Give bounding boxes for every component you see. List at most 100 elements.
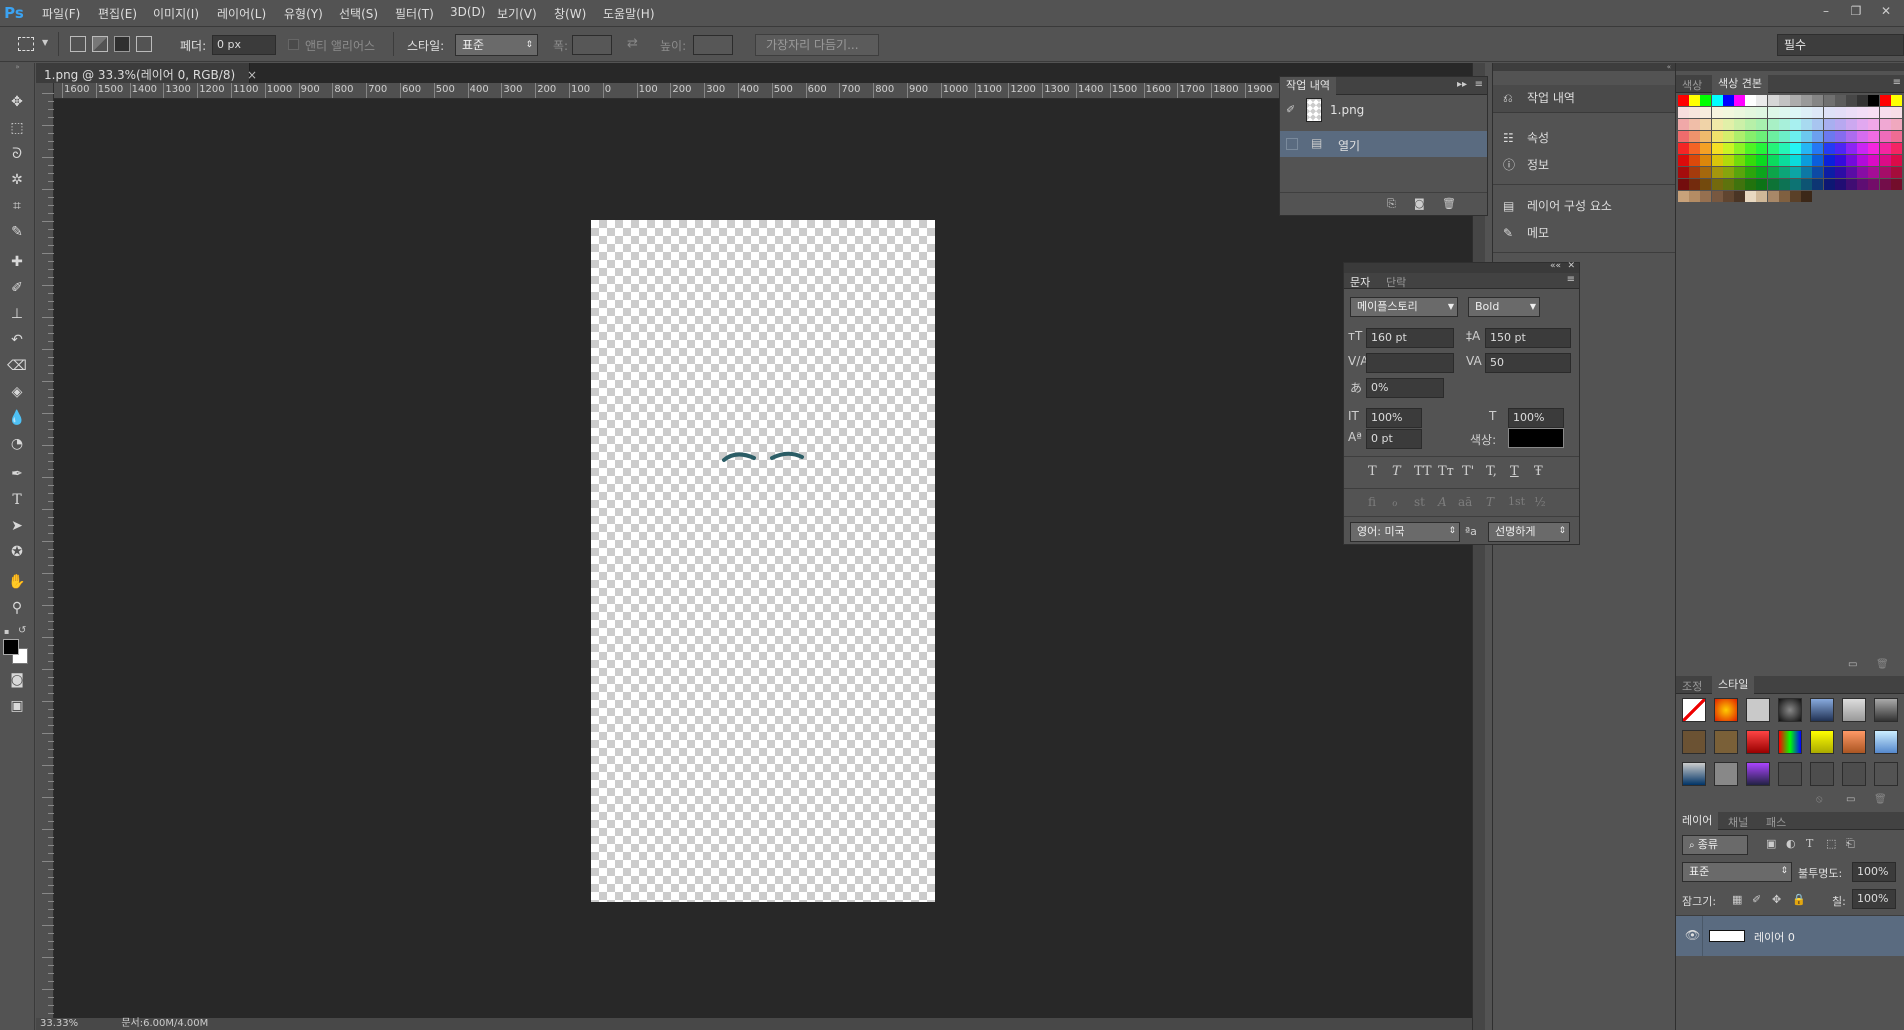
color-swatch[interactable] <box>1812 143 1824 154</box>
faux-bold-button[interactable]: T <box>1368 464 1377 479</box>
kerning-input[interactable] <box>1366 353 1454 373</box>
color-swatch[interactable] <box>1711 131 1723 142</box>
marquee-preset-icon[interactable] <box>18 37 34 51</box>
color-swatch[interactable] <box>1823 179 1835 190</box>
color-swatch[interactable] <box>1879 119 1891 130</box>
color-swatch[interactable] <box>1767 119 1779 130</box>
color-swatch[interactable] <box>1756 143 1768 154</box>
color-swatch[interactable] <box>1812 119 1824 130</box>
character-panel-titlebar[interactable]: «« ✕ <box>1344 261 1579 273</box>
color-swatch[interactable] <box>1868 107 1880 118</box>
color-swatch[interactable] <box>1756 191 1768 202</box>
contextual-alternates-button[interactable]: ℴ <box>1392 495 1398 509</box>
color-swatch[interactable] <box>1767 107 1779 118</box>
color-swatch[interactable] <box>1890 167 1902 178</box>
swash-button[interactable]: A <box>1438 495 1447 509</box>
type-tool-icon[interactable]: T <box>5 489 29 511</box>
color-swatch[interactable] <box>1801 95 1813 106</box>
color-swatch[interactable] <box>1678 167 1689 178</box>
color-swatch[interactable] <box>1846 167 1857 178</box>
color-swatch[interactable] <box>1734 107 1745 118</box>
color-swatch[interactable] <box>1711 107 1723 118</box>
color-swatch[interactable] <box>1801 191 1813 202</box>
color-swatch[interactable] <box>1722 191 1734 202</box>
swap-colors-icon[interactable]: ↺ <box>18 625 26 636</box>
color-swatch[interactable] <box>1745 107 1757 118</box>
color-swatch[interactable] <box>1857 95 1869 106</box>
color-swatch[interactable] <box>1711 95 1723 106</box>
menu-3d[interactable]: 3D(D) <box>450 5 485 19</box>
color-swatch[interactable] <box>1689 95 1701 106</box>
tracking-input[interactable]: 50 <box>1485 353 1571 373</box>
color-swatch[interactable] <box>1722 179 1734 190</box>
color-swatch[interactable] <box>1857 107 1869 118</box>
small-caps-button[interactable]: Tт <box>1438 464 1454 479</box>
color-swatch[interactable] <box>1722 131 1734 142</box>
panel-menu-icon[interactable]: ≡ <box>1475 79 1483 90</box>
dock-collapse-icon[interactable]: « <box>1493 63 1675 71</box>
color-swatch[interactable] <box>1756 131 1768 142</box>
color-swatch[interactable] <box>1879 155 1891 166</box>
color-swatch[interactable] <box>1823 143 1835 154</box>
zoom-level[interactable]: 33.33% <box>40 1018 78 1029</box>
style-preset[interactable] <box>1746 698 1770 722</box>
brush-tool-icon[interactable]: ✐ <box>5 277 29 299</box>
move-tool-icon[interactable]: ✥ <box>5 91 29 113</box>
color-swatch[interactable] <box>1812 107 1824 118</box>
color-swatch[interactable] <box>1778 143 1790 154</box>
shape-tool-icon[interactable]: ✪ <box>5 541 29 563</box>
color-swatch[interactable] <box>1879 167 1891 178</box>
color-swatch[interactable] <box>1801 167 1813 178</box>
style-preset[interactable] <box>1842 730 1866 754</box>
color-swatch[interactable] <box>1689 131 1701 142</box>
color-swatch[interactable] <box>1689 107 1701 118</box>
style-preset[interactable] <box>1746 730 1770 754</box>
healing-brush-tool-icon[interactable]: ✚ <box>5 251 29 273</box>
color-swatch[interactable] <box>1879 107 1891 118</box>
color-swatch[interactable] <box>1801 179 1813 190</box>
color-swatch[interactable] <box>1790 119 1801 130</box>
stamp-tool-icon[interactable]: ⊥ <box>5 303 29 325</box>
image-canvas[interactable] <box>591 220 935 902</box>
color-swatch[interactable] <box>1678 155 1689 166</box>
color-swatch[interactable] <box>1767 143 1779 154</box>
color-swatch[interactable] <box>1756 167 1768 178</box>
lock-transparency-icon[interactable]: ▦ <box>1732 893 1742 906</box>
color-swatch[interactable] <box>1722 119 1734 130</box>
color-swatch[interactable] <box>1700 131 1712 142</box>
tab-adjustments[interactable]: 조정 <box>1682 678 1702 694</box>
lock-paint-icon[interactable]: ✐ <box>1752 893 1761 906</box>
camera-icon[interactable]: ◙ <box>1414 197 1425 210</box>
menu-view[interactable]: 보기(V) <box>497 5 537 22</box>
leading-input[interactable]: 150 pt <box>1485 328 1571 348</box>
color-swatch[interactable] <box>1823 107 1835 118</box>
history-brush-tool-icon[interactable]: ↶ <box>5 329 29 351</box>
color-swatch[interactable] <box>1767 155 1779 166</box>
style-preset[interactable] <box>1810 698 1834 722</box>
dock-item-info[interactable]: ⓘ 정보 <box>1493 152 1675 178</box>
tab-swatches[interactable]: 색상 견본 <box>1712 75 1768 93</box>
color-swatch[interactable] <box>1778 131 1790 142</box>
color-swatch[interactable] <box>1711 143 1723 154</box>
stylistic-alternates-button[interactable]: aā <box>1458 495 1472 509</box>
color-swatch[interactable] <box>1857 167 1869 178</box>
color-swatch[interactable] <box>1868 143 1880 154</box>
color-swatch[interactable] <box>1790 143 1801 154</box>
tab-color[interactable]: 색상 <box>1682 77 1702 93</box>
blend-mode-select[interactable]: 표준 ⇕ <box>1682 862 1792 882</box>
collapse-panel-icon[interactable]: «« <box>1550 261 1561 271</box>
color-swatch[interactable] <box>1745 95 1757 106</box>
new-document-from-state-icon[interactable]: ⎘ <box>1387 197 1396 211</box>
color-swatch[interactable] <box>1734 191 1745 202</box>
style-preset[interactable] <box>1682 762 1706 786</box>
color-swatch[interactable] <box>1700 155 1712 166</box>
color-swatch[interactable] <box>1778 155 1790 166</box>
color-swatch[interactable] <box>1689 191 1701 202</box>
swap-icon[interactable]: ⇄ <box>627 36 638 51</box>
fractions-button[interactable]: ½ <box>1534 495 1546 509</box>
history-brush-source-icon[interactable]: ✐ <box>1286 103 1295 116</box>
color-swatch[interactable] <box>1868 179 1880 190</box>
minimize-button[interactable]: – <box>1812 2 1840 20</box>
font-style-select[interactable]: Bold ▼ <box>1468 297 1540 317</box>
color-swatch[interactable] <box>1790 155 1801 166</box>
